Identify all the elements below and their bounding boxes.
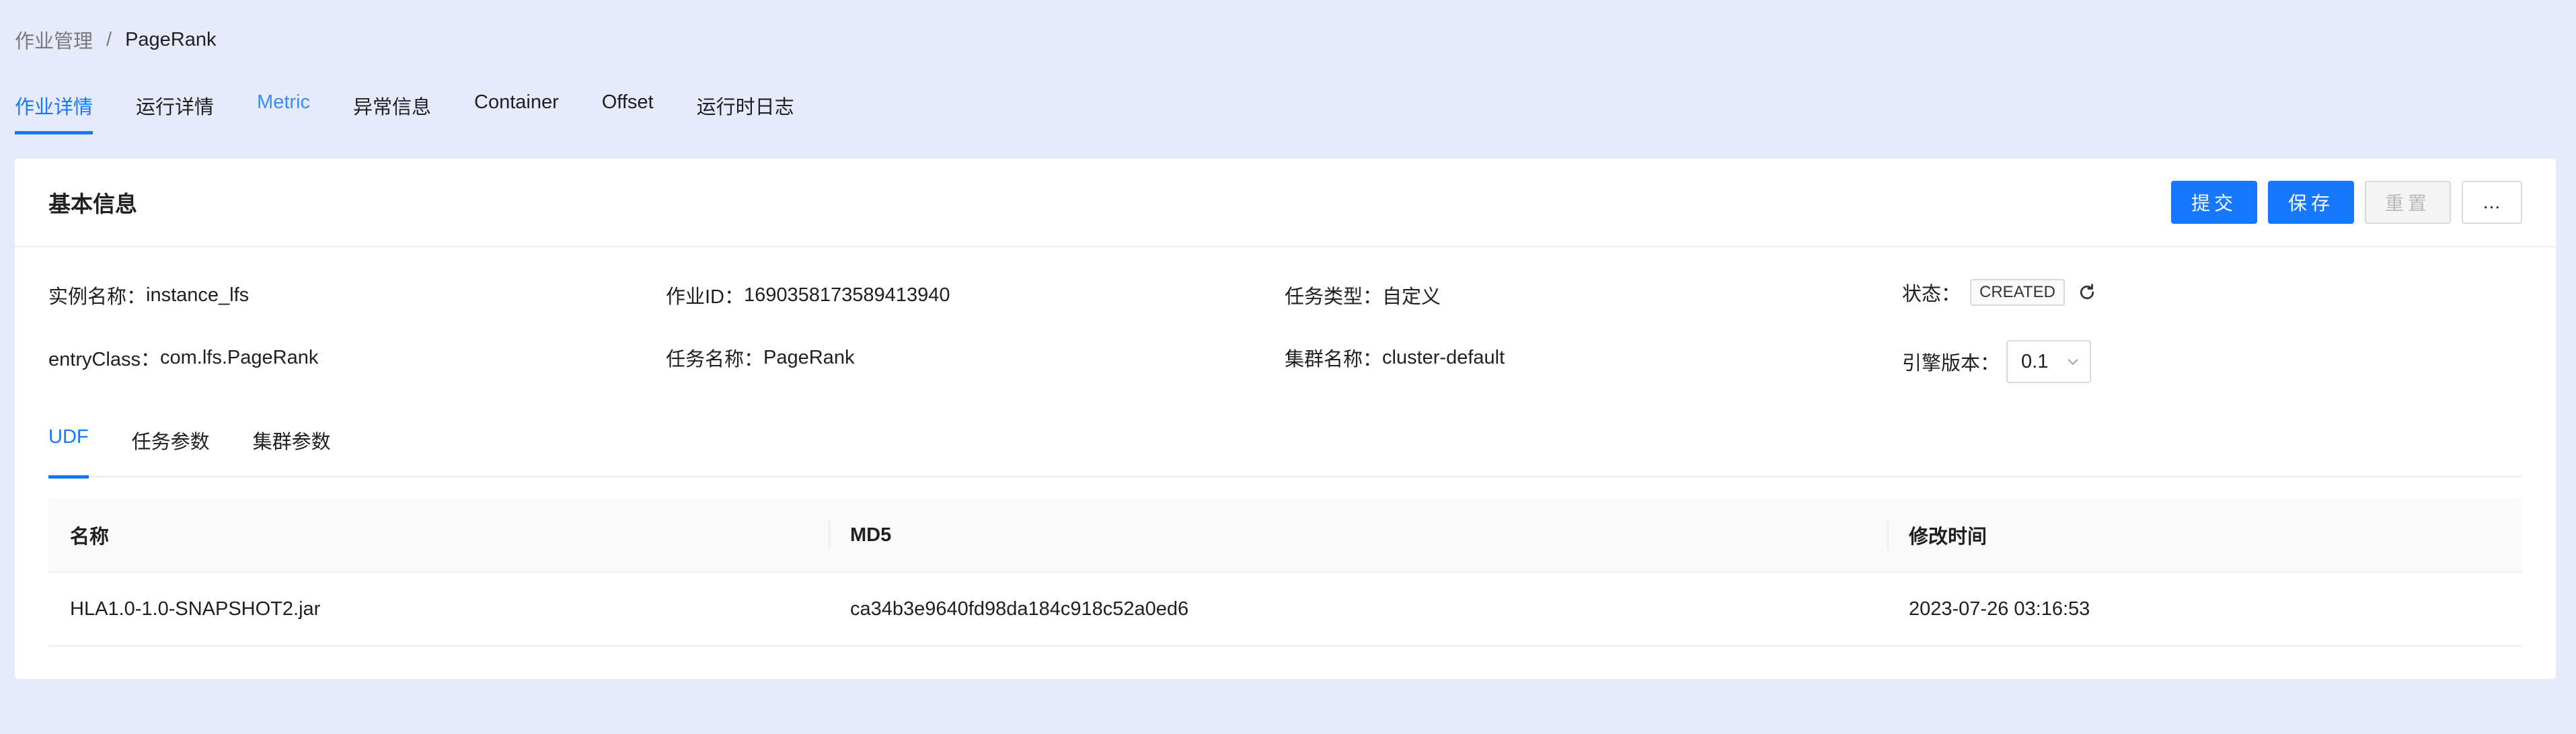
breadcrumb: 作业管理 / PageRank <box>15 26 217 54</box>
save-button[interactable]: 保存 <box>2268 181 2354 224</box>
more-button[interactable]: ... <box>2462 181 2522 224</box>
cell-modified-time: 2023-07-26 03:16:53 <box>1909 598 2090 620</box>
basic-info-card: 基本信息 提交 保存 重置 ... 实例名称： instance_lfs 作业I… <box>15 159 2556 679</box>
column-header-modified-time: 修改时间 <box>1887 499 2522 571</box>
tab-run-details[interactable]: 运行详情 <box>136 91 214 134</box>
status-field: 状态： CREATED <box>1902 278 2097 307</box>
breadcrumb-current: PageRank <box>125 28 217 50</box>
subtab-task-params[interactable]: 任务参数 <box>132 426 210 477</box>
engine-version-value: 0.1 <box>2021 350 2049 372</box>
tab-container[interactable]: Container <box>474 91 559 134</box>
entry-class-label: entryClass： <box>48 349 160 370</box>
tab-job-details[interactable]: 作业详情 <box>15 91 93 134</box>
udf-table: 名称 MD5 修改时间 HLA1.0-1.0-SNAPSHOT2.jar ca3… <box>48 499 2522 647</box>
instance-name-value: instance_lfs <box>146 284 250 306</box>
instance-name-label: 实例名称： <box>48 286 147 308</box>
engine-version-field: 引擎版本： 0.1 <box>1902 340 2092 383</box>
card-title: 基本信息 <box>48 192 137 216</box>
action-bar: 提交 保存 重置 ... <box>2171 181 2522 224</box>
detail-subtabs: UDF 任务参数 集群参数 <box>48 426 2522 479</box>
cell-md5: ca34b3e9640fd98da184c918c52a0ed6 <box>850 598 1189 620</box>
task-type-field: 任务类型： 自定义 <box>1285 281 1441 309</box>
tab-exceptions[interactable]: 异常信息 <box>353 91 431 134</box>
entry-class-value: com.lfs.PageRank <box>160 346 319 368</box>
cluster-name-value: cluster-default <box>1382 346 1505 368</box>
cell-name: HLA1.0-1.0-SNAPSHOT2.jar <box>70 598 321 620</box>
status-badge: CREATED <box>1970 279 2065 306</box>
refresh-icon[interactable] <box>2077 282 2097 302</box>
cluster-name-field: 集群名称： cluster-default <box>1285 343 1505 372</box>
engine-version-label: 引擎版本： <box>1902 353 2000 374</box>
tab-offset[interactable]: Offset <box>602 91 654 134</box>
entry-class-field: entryClass： com.lfs.PageRank <box>48 343 318 372</box>
instance-name-field: 实例名称： instance_lfs <box>48 281 249 309</box>
chevron-down-icon <box>2066 354 2080 369</box>
column-header-md5: MD5 <box>829 499 1887 571</box>
table-row: HLA1.0-1.0-SNAPSHOT2.jar ca34b3e9640fd98… <box>48 573 2522 647</box>
main-tabs: 作业详情 运行详情 Metric 异常信息 Container Offset 运… <box>15 91 837 134</box>
cluster-name-label: 集群名称： <box>1285 349 1383 370</box>
job-id-label: 作业ID： <box>666 286 745 308</box>
reset-button[interactable]: 重置 <box>2365 181 2451 224</box>
submit-button[interactable]: 提交 <box>2171 181 2257 224</box>
subtab-cluster-params[interactable]: 集群参数 <box>253 426 331 477</box>
status-label: 状态： <box>1902 284 1961 305</box>
breadcrumb-separator: / <box>106 28 112 50</box>
task-name-label: 任务名称： <box>666 349 764 370</box>
task-type-label: 任务类型： <box>1285 286 1383 308</box>
job-id-field: 作业ID： 1690358173589413940 <box>666 281 950 309</box>
tab-metric[interactable]: Metric <box>257 91 310 134</box>
task-type-value: 自定义 <box>1382 286 1441 308</box>
engine-version-select[interactable]: 0.1 <box>2006 340 2092 383</box>
task-name-value: PageRank <box>763 346 855 368</box>
tab-runtime-log[interactable]: 运行时日志 <box>697 91 794 134</box>
table-header: 名称 MD5 修改时间 <box>48 499 2522 573</box>
breadcrumb-parent-link[interactable]: 作业管理 <box>15 26 93 54</box>
card-header: 基本信息 提交 保存 重置 ... <box>15 159 2556 247</box>
task-name-field: 任务名称： PageRank <box>666 343 854 372</box>
column-header-name: 名称 <box>70 526 110 548</box>
subtab-udf[interactable]: UDF <box>48 426 89 479</box>
job-id-value: 1690358173589413940 <box>744 284 950 306</box>
